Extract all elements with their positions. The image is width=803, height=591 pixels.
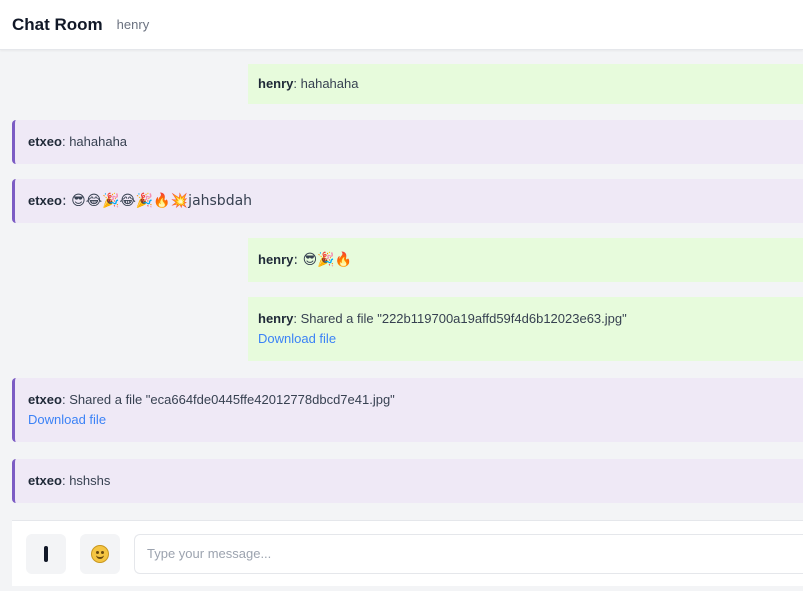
message-sender: henry	[258, 311, 294, 326]
message-sender: henry	[258, 76, 294, 91]
attach-file-button[interactable]	[26, 533, 66, 574]
message-item: henry: 😎🎉🔥	[248, 238, 803, 282]
emoji-button[interactable]	[80, 533, 120, 574]
message-text: : Shared a file "eca664fde0445ffe4201277…	[61, 392, 395, 407]
chat-header: Chat Room henry	[0, 0, 803, 50]
message-list[interactable]: henry: hahahaha etxeo: hahahaha etxeo: 😎…	[0, 50, 803, 516]
current-username: henry	[116, 17, 150, 32]
message-text: : hahahaha	[293, 76, 359, 91]
download-file-link[interactable]: Download file	[258, 329, 793, 349]
download-file-link[interactable]: Download file	[28, 410, 790, 430]
message-composer: Type your message...	[12, 520, 803, 586]
message-text: : Shared a file "222b119700a19affd59f4d6…	[293, 311, 627, 326]
message-item: etxeo: Shared a file "eca664fde0445ffe42…	[12, 378, 803, 442]
message-sender: etxeo	[28, 473, 62, 488]
attach-icon	[44, 545, 48, 562]
message-text: : 😎🎉🔥	[293, 252, 353, 268]
message-sender: etxeo	[28, 392, 62, 407]
message-item: etxeo: hahahaha	[12, 120, 803, 164]
message-item: etxeo: 😎😂🎉😂🎉🔥💥jahsbdah	[12, 179, 803, 223]
message-item: henry: Shared a file "222b119700a19affd5…	[248, 297, 803, 361]
smiley-icon	[91, 544, 109, 563]
message-input-placeholder: Type your message...	[147, 546, 272, 561]
message-text: : 😎😂🎉😂🎉🔥💥jahsbdah	[61, 193, 253, 209]
page-title: Chat Room	[12, 14, 103, 34]
message-text: : hahahaha	[61, 134, 128, 149]
message-text: : hshshs	[61, 473, 111, 488]
message-item: etxeo: hshshs	[12, 459, 803, 503]
message-input[interactable]: Type your message...	[134, 533, 803, 574]
message-sender: etxeo	[28, 134, 62, 149]
message-item: henry: hahahaha	[248, 64, 803, 104]
message-sender: etxeo	[28, 193, 62, 208]
message-sender: henry	[258, 252, 294, 267]
